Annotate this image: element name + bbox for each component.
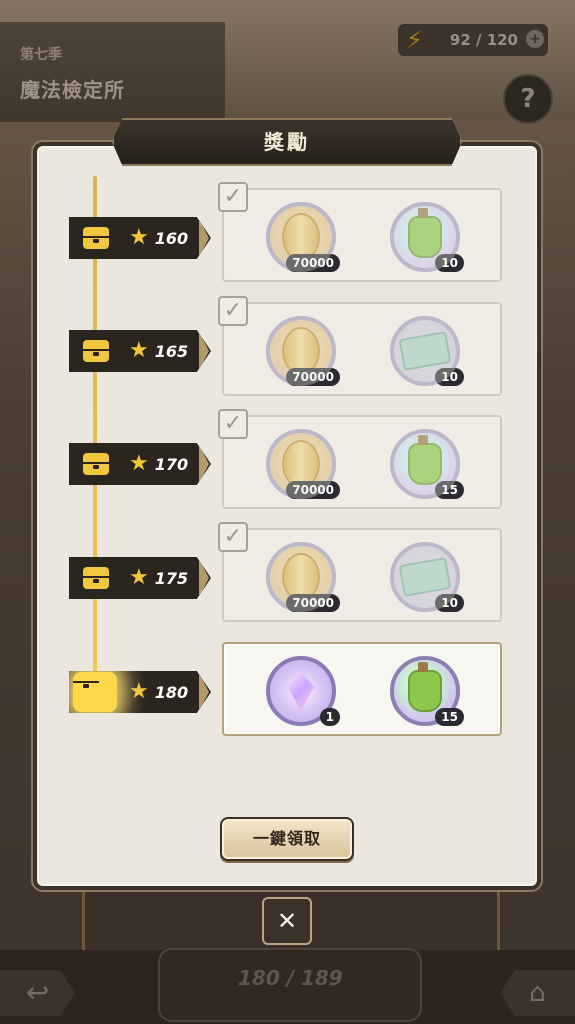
coin-icon (282, 213, 320, 261)
coin-icon (282, 553, 320, 601)
tier-tag: ★ 170 (69, 443, 211, 485)
star-icon: ★ (129, 338, 149, 363)
star-icon: ★ (129, 679, 149, 704)
star-icon: ★ (129, 225, 149, 250)
star-icon: ★ (129, 565, 149, 590)
ticket-reward[interactable]: 10 (390, 542, 464, 612)
help-button[interactable]: ? (503, 74, 553, 124)
coin-reward[interactable]: 70000 (266, 316, 340, 386)
reward-count: 1 (319, 708, 340, 726)
bolt-icon: ⚡ (406, 26, 423, 54)
location-title: 魔法檢定所 (20, 78, 125, 102)
ticket-reward[interactable]: 10 (390, 316, 464, 386)
tier-tag: ★ 160 (69, 217, 211, 259)
season-label: 第七季 (20, 47, 62, 63)
reward-card: ✓ 70000 15 (218, 409, 502, 509)
tier-stars: 180 (154, 682, 189, 702)
tier-stars: 170 (154, 454, 189, 474)
reward-card-active[interactable]: 1 15 (222, 642, 502, 736)
potion-icon (408, 662, 442, 712)
claim-all-button[interactable]: 一鍵領取 (220, 817, 354, 861)
check-icon: ✓ (218, 296, 248, 326)
potion-reward[interactable]: 15 (390, 656, 464, 726)
reward-count: 10 (435, 254, 464, 272)
ticket-icon (398, 557, 452, 597)
reward-card: ✓ 70000 10 (218, 296, 502, 396)
check-icon: ✓ (218, 409, 248, 439)
tier-stars: 160 (154, 228, 189, 248)
reward-count: 10 (435, 594, 464, 612)
reward-count: 70000 (286, 368, 340, 386)
coin-reward[interactable]: 70000 (266, 429, 340, 499)
tier-tag: ★ 175 (69, 557, 211, 599)
tier-tag-active: ★ 180 (69, 671, 211, 713)
glowing-chest-icon (73, 672, 117, 712)
crystal-icon (288, 671, 314, 711)
potion-icon (408, 208, 442, 258)
check-icon: ✓ (218, 522, 248, 552)
stage-title-box (0, 22, 225, 122)
potion-reward[interactable]: 10 (390, 202, 464, 272)
add-energy-icon[interactable]: + (526, 30, 544, 48)
reward-count: 10 (435, 368, 464, 386)
reward-count: 15 (435, 708, 464, 726)
tier-tag: ★ 165 (69, 330, 211, 372)
dialog-title: 獎勵 (112, 118, 462, 166)
reward-count: 15 (435, 481, 464, 499)
coin-icon (282, 440, 320, 488)
crystal-reward[interactable]: 1 (266, 656, 340, 726)
tier-stars: 165 (154, 341, 189, 361)
coin-reward[interactable]: 70000 (266, 202, 340, 272)
close-button[interactable]: ✕ (262, 897, 312, 945)
potion-reward[interactable]: 15 (390, 429, 464, 499)
back-button[interactable]: ↩ (0, 970, 75, 1016)
chest-icon (83, 340, 109, 362)
check-icon: ✓ (218, 182, 248, 212)
ticket-icon (398, 331, 452, 371)
energy-value: 92 / 120 (449, 31, 518, 49)
coin-icon (282, 327, 320, 375)
tier-stars: 175 (154, 568, 189, 588)
chest-icon (83, 453, 109, 475)
home-button[interactable]: ⌂ (500, 970, 575, 1016)
coin-reward[interactable]: 70000 (266, 542, 340, 612)
chest-icon (83, 227, 109, 249)
energy-counter: ⚡ 92 / 120 + (398, 24, 548, 56)
reward-card: ✓ 70000 10 (218, 182, 502, 282)
potion-icon (408, 435, 442, 485)
star-progress-text: 180 / 189 (238, 966, 343, 990)
star-icon: ★ (129, 451, 149, 476)
reward-card: ✓ 70000 10 (218, 522, 502, 622)
reward-count: 70000 (286, 594, 340, 612)
chest-icon (83, 567, 109, 589)
reward-count: 70000 (286, 481, 340, 499)
reward-count: 70000 (286, 254, 340, 272)
